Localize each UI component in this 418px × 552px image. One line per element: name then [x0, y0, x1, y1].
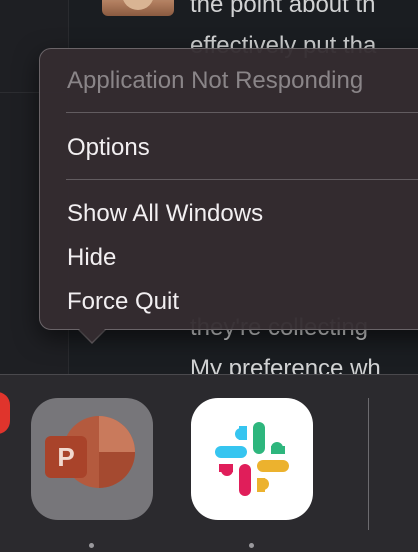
running-indicator-dot	[249, 543, 254, 548]
slack-icon	[215, 422, 289, 496]
menu-item-force-quit[interactable]: Force Quit	[67, 287, 179, 317]
menu-pointer	[79, 329, 105, 342]
powerpoint-dock-icon[interactable]: P	[31, 398, 153, 520]
dock-context-menu: Application Not Responding Options Show …	[39, 48, 418, 330]
screen: the point about th effectively put tha t…	[0, 0, 418, 552]
menu-item-options[interactable]: Options	[67, 133, 150, 163]
menu-header-status: Application Not Responding	[67, 67, 364, 94]
menu-item-show-all-windows[interactable]: Show All Windows	[67, 199, 263, 229]
menu-divider	[66, 112, 418, 113]
dock-separator	[368, 398, 369, 530]
running-indicator-dot	[89, 543, 94, 548]
powerpoint-badge: P	[45, 436, 87, 478]
menu-item-hide[interactable]: Hide	[67, 243, 116, 273]
avatar[interactable]	[102, 0, 174, 16]
slack-dock-icon[interactable]	[191, 398, 313, 520]
menu-divider	[66, 179, 418, 180]
message-text-line: the point about th	[190, 0, 376, 18]
